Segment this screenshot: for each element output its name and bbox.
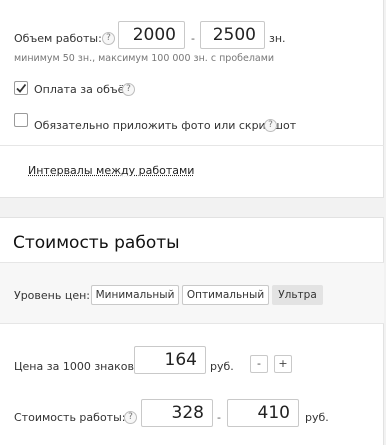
per1000-currency: руб.: [210, 360, 234, 373]
per1000-label: Цена за 1000 знаков:: [14, 360, 138, 373]
pay-per-volume-checkbox[interactable]: [14, 81, 28, 95]
cost-card: Стоимость работы Уровень цен: Минимальны…: [0, 217, 384, 445]
price-level-optimal-tab[interactable]: Оптимальный: [182, 285, 269, 305]
volume-card: Объем работы: ? 2000 - 2500 зн. минимум …: [0, 0, 384, 198]
attach-photo-help-icon[interactable]: ?: [264, 119, 277, 132]
attach-photo-checkbox[interactable]: [14, 113, 28, 127]
cost-title: Стоимость работы: [13, 233, 180, 253]
volume-to-input[interactable]: 2500: [200, 21, 265, 49]
pay-per-volume-label[interactable]: Оплата за объём: [34, 83, 133, 96]
per1000-input[interactable]: 164: [134, 346, 206, 374]
price-level-minimal-tab[interactable]: Минимальный: [91, 285, 179, 305]
divider: [0, 323, 384, 324]
decrease-button[interactable]: -: [250, 355, 268, 373]
volume-separator: -: [191, 32, 195, 45]
intervals-link[interactable]: Интервалы между работами: [28, 164, 194, 177]
total-to-value: 410: [227, 399, 299, 427]
volume-help-icon[interactable]: ?: [102, 32, 115, 45]
volume-unit: зн.: [269, 32, 286, 45]
total-currency: руб.: [305, 411, 329, 424]
divider: [0, 145, 384, 146]
pay-per-volume-help-icon[interactable]: ?: [122, 83, 135, 96]
price-level-ultra-tab[interactable]: Ультра: [272, 285, 323, 305]
price-level-label: Уровень цен:: [14, 289, 90, 302]
volume-from-input[interactable]: 2000: [118, 21, 185, 49]
total-help-icon[interactable]: ?: [124, 411, 137, 424]
attach-photo-label[interactable]: Обязательно приложить фото или скриншот: [34, 119, 296, 132]
volume-label: Объем работы:: [14, 32, 102, 45]
volume-hint: минимум 50 зн., максимум 100 000 зн. с п…: [14, 53, 275, 64]
price-level-row: Уровень цен: Минимальный Оптимальный Уль…: [0, 263, 384, 323]
total-from-value: 328: [141, 399, 213, 427]
increase-button[interactable]: +: [274, 355, 292, 373]
total-separator: -: [217, 411, 221, 424]
checkmark-icon: [16, 83, 27, 93]
total-label: Стоимость работы:: [14, 411, 126, 424]
